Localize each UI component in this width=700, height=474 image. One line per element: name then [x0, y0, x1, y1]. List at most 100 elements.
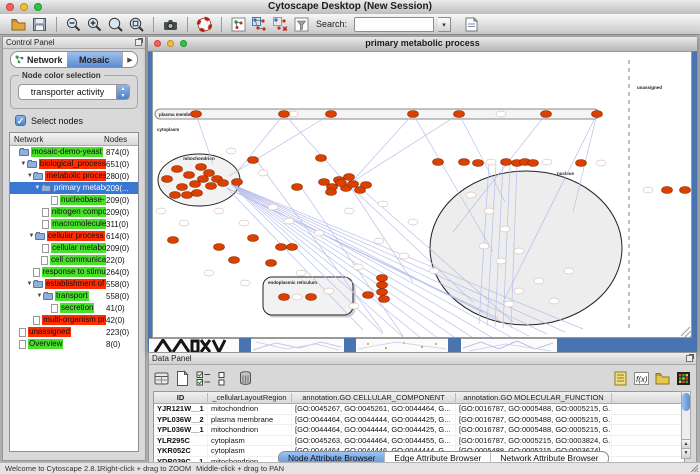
attribute-table-header: ID_cellularLayoutRegionannotation.GO CEL… — [154, 392, 684, 404]
zoom-in-icon[interactable] — [86, 16, 103, 33]
unselect-attributes-icon[interactable] — [216, 370, 233, 387]
node-color-dropdown[interactable]: transporter activity ▲▼ — [18, 84, 130, 100]
tree-row-label: unassigned — [28, 327, 71, 337]
table-row[interactable]: YLR295Ccytoplasm[GO:0045263, GO:0044464,… — [154, 436, 684, 447]
network-window-title-bar[interactable]: primary metabolic process — [148, 37, 697, 52]
select-nodes-row: ✓ Select nodes — [15, 115, 83, 126]
float-panel-icon[interactable] — [135, 39, 142, 46]
tree-row[interactable]: secretion41(0) — [10, 302, 138, 314]
expand-arrow-icon[interactable]: ▼ — [28, 233, 35, 239]
open-file-icon[interactable] — [10, 16, 27, 33]
welcome-message: Welcome to Cytoscape 2.8.1 — [5, 464, 101, 473]
tree-row[interactable]: ▼metabolic process280(0) — [10, 170, 138, 182]
background-window-fragment[interactable] — [149, 338, 239, 352]
tree-row[interactable]: nitrogen compo209(0) — [10, 206, 138, 218]
data-panel-toolbar: f(x) — [153, 367, 692, 390]
table-column-header[interactable]: annotation.GO CELLULAR_COMPONENT — [292, 393, 456, 402]
tree-row[interactable]: unassigned223(0) — [10, 326, 138, 338]
tree-row[interactable]: multi-organism pro42(0) — [10, 314, 138, 326]
annotation-pad-icon[interactable] — [612, 370, 629, 387]
table-column-header[interactable]: annotation.GO MOLECULAR_FUNCTION — [456, 393, 612, 402]
tree-row[interactable]: ▼transport558(0) — [10, 290, 138, 302]
folder-icon — [33, 173, 43, 180]
filters-icon[interactable] — [293, 16, 310, 33]
expand-arrow-icon[interactable]: ▼ — [36, 293, 43, 299]
help-icon[interactable] — [196, 16, 213, 33]
import-attributes-icon[interactable] — [654, 370, 671, 387]
tree-row[interactable]: nucleobase-209(0) — [10, 194, 138, 206]
tree-row[interactable]: mosaic-demo-yeast874(0) — [10, 146, 138, 158]
node-color-selection-group: Node color selection transporter activit… — [10, 75, 138, 109]
tab-network[interactable]: Network — [11, 52, 67, 67]
data-panel: Data Panel f(x) ID_cellularLayoutRegiona… — [148, 352, 697, 463]
app-title-bar: Cytoscape Desktop (New Session) — [0, 0, 700, 15]
table-row[interactable]: YJR121W__1mitochondrion[GO:0045267, GO:0… — [154, 404, 684, 415]
control-panel-title: Control Panel — [6, 38, 54, 47]
tab-mosaic-label: Mosaic — [79, 55, 110, 65]
tree-row[interactable]: cellular metabo209(0) — [10, 242, 138, 254]
destroy-view-icon[interactable] — [272, 16, 289, 33]
expand-arrow-icon[interactable]: ▼ — [26, 173, 33, 179]
resize-grip-icon[interactable] — [681, 327, 692, 338]
expand-arrow-icon[interactable]: ▼ — [34, 185, 41, 191]
tree-col-nodes[interactable]: Nodes — [104, 135, 138, 144]
tree-row[interactable]: cell communicat22(0) — [10, 254, 138, 266]
folder-icon — [27, 161, 37, 168]
network-canvas[interactable]: plasma membrane cytoplasm mitochondrion … — [152, 51, 692, 338]
table-cell: [GO:0016787, GO:0005488, GO:0005215, G..… — [456, 425, 612, 434]
tree-row[interactable]: ▼primary metabo209(... — [10, 182, 138, 194]
tree-row[interactable]: response to stimulu264(0) — [10, 266, 138, 278]
zoom-fit-icon[interactable] — [128, 16, 145, 33]
table-scrollbar[interactable]: ▲ ▼ — [681, 391, 691, 459]
unassigned-label: unassigned — [637, 85, 662, 90]
tab-overflow-arrow[interactable]: ▶ — [122, 52, 137, 67]
enhanced-search-icon[interactable] — [463, 16, 480, 33]
toolbar-separator — [187, 17, 188, 32]
data-panel-header: Data Panel — [149, 353, 696, 365]
attribute-table-icon[interactable] — [153, 370, 170, 387]
tree-col-network[interactable]: Network — [10, 135, 104, 144]
plasma-membrane-region — [155, 109, 599, 119]
expand-arrow-icon[interactable]: ▼ — [20, 161, 27, 167]
table-row[interactable]: YPL036W__1mitochondrion[GO:0044464, GO:0… — [154, 425, 684, 436]
select-nodes-checkbox[interactable]: ✓ — [15, 115, 26, 126]
folder-icon — [35, 233, 45, 240]
tree-row-count: 874(0) — [106, 148, 138, 157]
select-attributes-icon[interactable] — [195, 370, 212, 387]
table-row[interactable]: YPL036W__2plasma membrane[GO:0044464, GO… — [154, 415, 684, 426]
cytoscape-window: Cytoscape Desktop (New Session) Search: … — [0, 0, 700, 474]
tree-row-label: mosaic-demo-yeast — [31, 147, 103, 157]
tree-row[interactable]: ▼establishment of lo558(0) — [10, 278, 138, 290]
matrix-view-icon[interactable] — [675, 370, 692, 387]
tree-row[interactable]: ▼cellular process614(0) — [10, 230, 138, 242]
table-column-header[interactable]: _cellularLayoutRegion — [208, 393, 292, 402]
organism-view-icon[interactable] — [230, 16, 247, 33]
float-panel-icon[interactable] — [686, 355, 693, 362]
app-resize-grip-icon[interactable] — [690, 464, 699, 473]
tree-row[interactable]: Overview8(0) — [10, 338, 138, 350]
scrollbar-thumb[interactable] — [682, 393, 690, 411]
tab-mosaic[interactable]: Mosaic — [67, 52, 123, 67]
tree-row[interactable]: macromolecule311(0) — [10, 218, 138, 230]
background-window-fragment[interactable] — [461, 338, 557, 352]
snapshot-icon[interactable] — [162, 16, 179, 33]
new-attribute-icon[interactable] — [174, 370, 191, 387]
background-window-fragment[interactable] — [251, 338, 344, 352]
tree-row-label: metabolic process — [45, 171, 106, 181]
background-window-fragment[interactable] — [356, 338, 448, 352]
search-dropdown-button[interactable]: ▾ — [438, 17, 451, 32]
network-window-title: primary metabolic process — [148, 38, 697, 48]
search-input[interactable] — [354, 17, 434, 32]
delete-attribute-icon[interactable] — [237, 370, 254, 387]
scroll-down-icon[interactable]: ▼ — [682, 448, 690, 458]
tree-row[interactable]: ▼biological_process651(0) — [10, 158, 138, 170]
function-builder-icon[interactable]: f(x) — [633, 370, 650, 387]
create-view-icon[interactable] — [251, 16, 268, 33]
table-column-header[interactable]: ID — [154, 393, 208, 402]
expand-arrow-icon[interactable]: ▼ — [26, 281, 33, 287]
table-cell: [GO:0016787, GO:0005215, GO:0003824, G..… — [456, 436, 612, 445]
save-icon[interactable] — [31, 16, 48, 33]
folder-icon — [19, 149, 29, 156]
zoom-selected-icon[interactable] — [107, 16, 124, 33]
zoom-out-icon[interactable] — [65, 16, 82, 33]
